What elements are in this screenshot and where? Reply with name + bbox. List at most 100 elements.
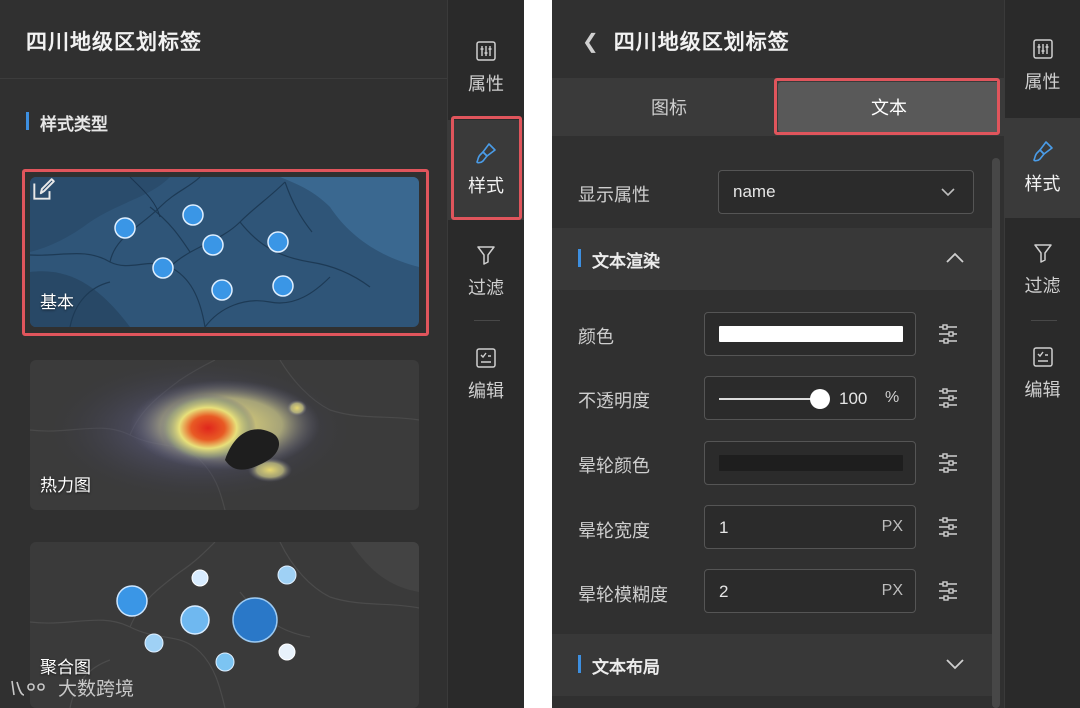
adjust-icon[interactable] <box>936 322 960 346</box>
card-label: 热力图 <box>40 476 91 495</box>
chevron-down-icon <box>941 188 955 197</box>
sidebar-item-label: 编辑 <box>1024 380 1061 400</box>
chevron-up-icon <box>946 252 964 263</box>
cluster-point <box>191 569 209 587</box>
opacity-slider-thumb[interactable] <box>810 389 830 409</box>
left-style-panel: 四川地级区划标签 样式类型 基本 热力图 聚合图 大数跨境 属性 样式 过滤 编… <box>0 0 524 708</box>
halo-width-value: 1 <box>719 518 729 537</box>
cluster-point <box>180 605 210 635</box>
map-point <box>267 231 289 253</box>
group-header-text-render[interactable]: 文本渲染 <box>552 228 992 290</box>
sliders-icon <box>476 41 496 61</box>
sidebar-item-label: 过滤 <box>468 278 504 298</box>
halo-width-label: 晕轮宽度 <box>578 521 650 541</box>
adjust-icon[interactable] <box>936 515 960 539</box>
opacity-value: 100 <box>839 389 868 408</box>
right-sidebar: 属性 样式 过滤 编辑 <box>1004 0 1080 708</box>
tab-text[interactable]: 文本 <box>778 82 1000 132</box>
sidebar-item-edit[interactable]: 编辑 <box>1005 324 1080 424</box>
layer-title: 四川地级区划标签 <box>613 31 790 54</box>
card-label: 基本 <box>40 293 74 312</box>
display-attr-label: 显示属性 <box>578 185 650 205</box>
color-swatch <box>719 326 903 342</box>
halo-color-swatch <box>719 455 903 471</box>
adjust-icon[interactable] <box>936 579 960 603</box>
halo-width-input[interactable]: 1 PX <box>704 505 916 549</box>
sidebar-item-filter[interactable]: 过滤 <box>1005 220 1080 320</box>
halo-blur-input[interactable]: 2 PX <box>704 569 916 613</box>
halo-blur-value: 2 <box>719 582 729 601</box>
halo-blur-unit: PX <box>881 582 903 599</box>
adjust-icon[interactable] <box>936 386 960 410</box>
scrollbar[interactable] <box>992 158 1000 708</box>
sidebar-item-label: 属性 <box>1024 72 1061 92</box>
brush-icon <box>476 143 496 164</box>
sidebar-item-properties[interactable]: 属性 <box>448 18 524 118</box>
display-attr-value: name <box>733 182 776 201</box>
style-tabs: 图标 文本 <box>552 78 1004 136</box>
brush-icon <box>1032 141 1053 162</box>
map-point <box>152 257 174 279</box>
logo-icon <box>11 680 45 696</box>
edit-list-icon <box>476 348 496 368</box>
group-title: 文本布局 <box>578 653 660 678</box>
display-attr-select[interactable]: name <box>718 170 974 214</box>
style-type-content: 四川地级区划标签 样式类型 基本 热力图 聚合图 大数跨境 <box>0 0 447 708</box>
filter-icon <box>1033 244 1052 263</box>
adjust-icon[interactable] <box>936 451 960 475</box>
back-header[interactable]: ❮ 四川地级区划标签 <box>582 26 790 56</box>
map-point <box>114 217 136 239</box>
sidebar-item-filter[interactable]: 过滤 <box>448 222 524 322</box>
text-style-content: ❮ 四川地级区划标签 图标 文本 显示属性 name 文本渲染 颜色 不透明度 … <box>552 0 1004 708</box>
halo-color-picker[interactable] <box>704 441 916 485</box>
halo-color-label: 晕轮颜色 <box>578 456 650 476</box>
basic-points-layer <box>114 204 294 301</box>
sidebar-divider <box>1031 320 1057 321</box>
sidebar-item-label: 编辑 <box>468 381 504 401</box>
sidebar-item-style[interactable]: 样式 <box>1005 118 1080 218</box>
color-label: 颜色 <box>578 327 614 347</box>
cluster-point <box>144 633 164 653</box>
map-point <box>202 234 224 256</box>
right-text-style-panel: ❮ 四川地级区划标签 图标 文本 显示属性 name 文本渲染 颜色 不透明度 … <box>552 0 1080 708</box>
section-label-style-type: 样式类型 <box>26 110 108 135</box>
sliders-icon <box>1032 39 1053 59</box>
watermark-text: 大数跨境 <box>58 679 135 700</box>
filter-icon <box>477 246 495 265</box>
chevron-left-icon[interactable]: ❮ <box>582 29 600 54</box>
sidebar-item-label: 属性 <box>468 74 504 94</box>
sidebar-item-label: 样式 <box>1024 174 1061 194</box>
sidebar-item-properties[interactable]: 属性 <box>1005 16 1080 116</box>
map-point <box>272 275 294 297</box>
opacity-slider-track[interactable] <box>719 398 819 400</box>
map-point <box>211 279 233 301</box>
title-divider <box>0 78 447 79</box>
chevron-down-icon <box>946 659 964 670</box>
edit-icon[interactable] <box>30 177 56 203</box>
cluster-point <box>278 643 296 661</box>
group-header-text-layout[interactable]: 文本布局 <box>552 634 992 696</box>
cluster-point <box>232 597 278 643</box>
opacity-label: 不透明度 <box>578 391 650 411</box>
style-card-basic[interactable]: 基本 <box>30 177 419 327</box>
halo-blur-label: 晕轮模糊度 <box>578 585 668 605</box>
sidebar-divider <box>474 320 500 321</box>
cluster-point <box>116 585 148 617</box>
tab-icon[interactable]: 图标 <box>558 82 780 132</box>
map-point <box>182 204 204 226</box>
left-sidebar: 属性 样式 过滤 编辑 <box>447 0 524 708</box>
layer-title: 四川地级区划标签 <box>26 31 202 54</box>
watermark: 大数跨境 <box>10 674 134 701</box>
edit-list-icon <box>1032 347 1053 367</box>
sidebar-item-label: 样式 <box>468 176 504 196</box>
halo-width-unit: PX <box>881 518 903 535</box>
cluster-point <box>277 565 297 585</box>
sidebar-item-style[interactable]: 样式 <box>448 120 524 220</box>
color-picker[interactable] <box>704 312 916 356</box>
group-title: 文本渲染 <box>578 247 660 272</box>
opacity-field: 100 % <box>704 376 916 420</box>
cluster-point <box>215 652 235 672</box>
sidebar-item-edit[interactable]: 编辑 <box>448 325 524 425</box>
opacity-unit: % <box>885 389 900 406</box>
style-card-heatmap[interactable]: 热力图 <box>30 360 419 510</box>
